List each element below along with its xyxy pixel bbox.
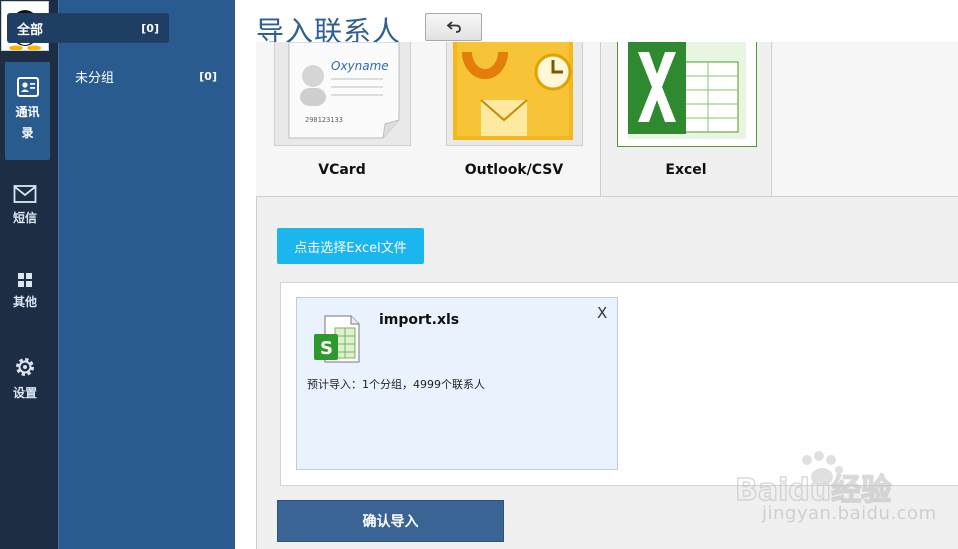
import-summary: 预计导入：1个分组，4999个联系人	[307, 378, 485, 391]
nav-item-sms[interactable]: 短信	[0, 184, 50, 229]
group-item-all[interactable]: 全部 [0]	[7, 13, 169, 43]
nav-item-label: 通讯录	[15, 105, 40, 140]
baidu-paw-logo: Baidu经验	[734, 451, 892, 509]
outlook-tile	[446, 42, 583, 146]
group-count: [0]	[141, 21, 159, 35]
group-item-ungrouped[interactable]: 未分组 [0]	[65, 61, 227, 91]
nav-item-label: 短信	[12, 211, 37, 225]
baidu-watermark: Baidu经验	[734, 450, 935, 509]
vcard-card-icon: Oxyname 298123133	[288, 42, 400, 139]
contacts-card-icon	[16, 77, 39, 97]
nav-item-other[interactable]: 其他	[0, 272, 50, 313]
watermark-brand: Baidu经验	[735, 473, 891, 505]
gear-icon	[16, 358, 34, 376]
nav-item-label: 设置	[12, 386, 37, 400]
tab-label: VCard	[318, 162, 366, 178]
group-name: 未分组	[75, 70, 115, 86]
outlook-icon	[453, 42, 573, 140]
vcard-tile-number: 298123133	[305, 116, 343, 124]
tab-excel[interactable]: Excel	[600, 42, 772, 198]
file-name: import.xls	[379, 312, 460, 328]
tab-label: Excel	[665, 162, 707, 178]
undo-arrow-icon	[446, 21, 461, 33]
vcard-tile-text: Oxyname	[331, 59, 389, 73]
excel-tile	[617, 42, 757, 147]
back-button[interactable]	[425, 13, 482, 41]
tab-outlook-csv[interactable]: Outlook/CSV	[428, 42, 600, 197]
watermark-url: jingyan.baidu.com	[762, 503, 937, 524]
tab-label: Outlook/CSV	[464, 162, 564, 178]
group-name: 全部	[17, 22, 44, 38]
choose-excel-file-button[interactable]: 点击选择Excel文件	[277, 228, 424, 264]
mail-envelope-icon	[13, 185, 37, 203]
vcard-tile: Oxyname 298123133	[274, 42, 411, 146]
group-count: [0]	[199, 69, 217, 83]
confirm-import-button[interactable]: 确认导入	[277, 500, 504, 542]
excel-icon	[628, 42, 746, 139]
spreadsheet-file-icon: S	[314, 315, 360, 363]
tab-vcard[interactable]: Oxyname 298123133 VCard	[256, 42, 428, 197]
svg-text:S: S	[320, 338, 333, 359]
grid-icon	[18, 273, 32, 287]
nav-item-label: 其他	[12, 295, 37, 309]
nav-item-contacts[interactable]: 通讯录	[5, 62, 50, 160]
remove-file-button[interactable]: X	[597, 304, 607, 322]
nav-item-settings[interactable]: 设置	[0, 355, 50, 404]
